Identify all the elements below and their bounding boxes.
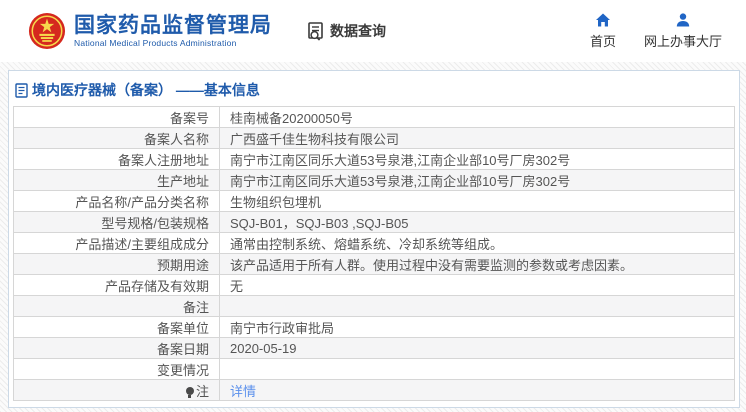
row-label: 型号规格/包装规格 [14,212,220,233]
row-label-text: 备注 [183,300,209,315]
row-value: 桂南械备20200050号 [220,107,735,128]
table-row: 预期用途 该产品适用于所有人群。使用过程中没有需要监测的参数或考虑因素。 [14,254,735,275]
table-row: 备案号 桂南械备20200050号 [14,107,735,128]
row-label-text: 备案日期 [157,342,209,357]
table-row: 备案人名称 广西盛千佳生物科技有限公司 [14,128,735,149]
row-value: 无 [220,275,735,296]
row-value-text: 南宁市江南区同乐大道53号泉港,江南企业部10号厂房302号 [230,153,570,168]
row-label: 备案号 [14,107,220,128]
table-row: 型号规格/包装规格 SQJ-B01，SQJ-B03 ,SQJ-B05 [14,212,735,233]
row-label-text: 注 [196,384,209,399]
row-label: 预期用途 [14,254,220,275]
row-value-text: 2020-05-19 [230,341,297,356]
document-icon [15,83,28,98]
row-value: 通常由控制系统、熔蜡系统、冷却系统等组成。 [220,233,735,254]
table-row: 变更情况 [14,359,735,380]
table-row: 产品描述/主要组成成分 通常由控制系统、熔蜡系统、冷却系统等组成。 [14,233,735,254]
content-panel: 境内医疗器械（备案） ——基本信息 备案号 桂南械备20200050号备案人名称 广… [8,70,740,408]
row-value-text: 南宁市行政审批局 [230,321,334,336]
row-value-text: 通常由控制系统、熔蜡系统、冷却系统等组成。 [230,237,503,252]
row-value: 详情 [220,380,735,401]
brand-subtitle: National Medical Products Administration [74,38,272,48]
info-table: 备案号 桂南械备20200050号备案人名称 广西盛千佳生物科技有限公司备案人注册地… [13,106,735,401]
home-icon [595,12,611,28]
table-row: 产品名称/产品分类名称 生物组织包埋机 [14,191,735,212]
row-value: SQJ-B01，SQJ-B03 ,SQJ-B05 [220,212,735,233]
row-label: 生产地址 [14,170,220,191]
brand-title: 国家药品监督管理局 [74,14,272,38]
row-label: 备案单位 [14,317,220,338]
row-label-text: 产品存储及有效期 [105,279,209,294]
table-row: 产品存储及有效期 无 [14,275,735,296]
row-label-text: 生产地址 [157,174,209,189]
row-label-text: 型号规格/包装规格 [101,216,209,231]
row-label-text: 产品描述/主要组成成分 [75,237,209,252]
row-label: 产品名称/产品分类名称 [14,191,220,212]
row-value-text: 生物组织包埋机 [230,195,321,210]
row-label: 备案日期 [14,338,220,359]
row-label-text: 变更情况 [157,363,209,378]
table-row: 注 详情 [14,380,735,401]
table-row: 备案单位 南宁市行政审批局 [14,317,735,338]
row-value-text: 南宁市江南区同乐大道53号泉港,江南企业部10号厂房302号 [230,174,570,189]
nmpa-brand: 国家药品监督管理局 National Medical Products Admi… [28,12,272,50]
row-value [220,296,735,317]
row-label: 产品描述/主要组成成分 [14,233,220,254]
row-value: 南宁市江南区同乐大道53号泉港,江南企业部10号厂房302号 [220,170,735,191]
row-label-text: 备案人名称 [144,132,209,147]
row-label: 变更情况 [14,359,220,380]
row-label: 备案人注册地址 [14,149,220,170]
data-query-label: 数据查询 [330,21,386,41]
row-label-text: 备案号 [170,111,209,126]
table-row: 备注 [14,296,735,317]
row-label-text: 预期用途 [157,258,209,273]
row-value-text: 该产品适用于所有人群。使用过程中没有需要监测的参数或考虑因素。 [230,258,633,273]
table-row: 备案日期 2020-05-19 [14,338,735,359]
national-emblem-logo [28,12,66,50]
row-label-text: 产品名称/产品分类名称 [75,195,209,210]
brand-text: 国家药品监督管理局 National Medical Products Admi… [74,14,272,48]
row-value: 生物组织包埋机 [220,191,735,212]
row-label-text: 备案人注册地址 [118,153,209,168]
row-value-text: 无 [230,279,243,294]
site-header: 国家药品监督管理局 National Medical Products Admi… [0,0,746,62]
nav-data-query[interactable]: 数据查询 [306,21,386,41]
data-query-icon [306,21,326,41]
table-row: 生产地址 南宁市江南区同乐大道53号泉港,江南企业部10号厂房302号 [14,170,735,191]
nav-home-label: 首页 [590,31,616,50]
row-value [220,359,735,380]
nav-service-hall-label: 网上办事大厅 [644,31,722,50]
row-value: 2020-05-19 [220,338,735,359]
user-icon [675,12,691,28]
row-value: 该产品适用于所有人群。使用过程中没有需要监测的参数或考虑因素。 [220,254,735,275]
row-label: 备注 [14,296,220,317]
row-label: 备案人名称 [14,128,220,149]
row-label: 产品存储及有效期 [14,275,220,296]
row-label: 注 [14,380,220,401]
row-value: 南宁市江南区同乐大道53号泉港,江南企业部10号厂房302号 [220,149,735,170]
row-label-text: 备案单位 [157,321,209,336]
row-value: 广西盛千佳生物科技有限公司 [220,128,735,149]
row-value-text: SQJ-B01，SQJ-B03 ,SQJ-B05 [230,216,408,231]
note-icon [186,387,194,395]
header-nav: 首页 网上办事大厅 [590,12,726,50]
row-value-text: 广西盛千佳生物科技有限公司 [230,132,399,147]
info-table-body: 备案号 桂南械备20200050号备案人名称 广西盛千佳生物科技有限公司备案人注册地… [14,107,735,401]
details-link[interactable]: 详情 [230,384,256,399]
nav-service-hall[interactable]: 网上办事大厅 [644,12,722,50]
section-title-text: 境内医疗器械（备案） ——基本信息 [32,80,260,100]
row-value: 南宁市行政审批局 [220,317,735,338]
nav-home[interactable]: 首页 [590,12,616,50]
table-row: 备案人注册地址 南宁市江南区同乐大道53号泉港,江南企业部10号厂房302号 [14,149,735,170]
row-value-text: 桂南械备20200050号 [230,111,353,126]
section-title: 境内医疗器械（备案） ——基本信息 [9,71,739,106]
